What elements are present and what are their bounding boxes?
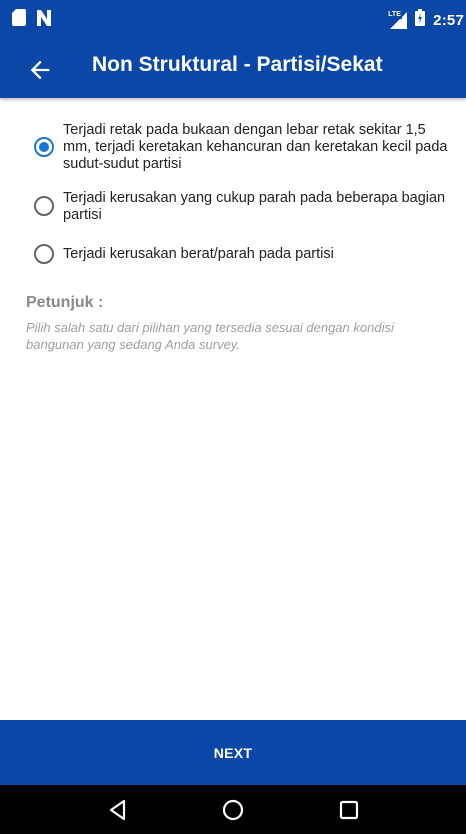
lte-signal-icon: LTE [387, 10, 408, 29]
option-label-3: Terjadi kerusakan berat/parah pada parti… [63, 246, 334, 262]
battery-icon [415, 9, 426, 31]
option-label-2: Terjadi kerusakan yang cukup parah pada … [63, 190, 446, 223]
home-circle-icon [222, 799, 244, 821]
nav-back-button[interactable] [106, 798, 130, 822]
recents-square-icon [339, 800, 359, 820]
option-label-1: Terjadi retak pada bukaan dengan lebar r… [63, 122, 448, 172]
sim-card-icon [12, 9, 26, 31]
app-bar: Non Struktural - Partisi/Sekat [0, 40, 466, 98]
status-bar: LTE 2:57 [0, 0, 466, 40]
option-radio-2[interactable]: Terjadi kerusakan yang cukup parah pada … [30, 190, 450, 226]
lte-label: LTE [387, 10, 402, 19]
back-button[interactable] [26, 56, 54, 84]
status-bar-left [12, 9, 52, 31]
option-radio-1[interactable]: Terjadi retak pada bukaan dengan lebar r… [30, 122, 450, 180]
radio-button[interactable] [34, 244, 54, 264]
page-title: Non Struktural - Partisi/Sekat [92, 53, 383, 76]
nav-recents-button[interactable] [337, 798, 361, 822]
n-notification-icon [36, 9, 52, 31]
next-button[interactable]: NEXT [0, 720, 466, 785]
nav-home-button[interactable] [221, 798, 245, 822]
back-triangle-icon [109, 799, 126, 821]
system-nav-bar [0, 785, 466, 834]
arrow-back-icon [30, 60, 50, 80]
next-button-label: NEXT [213, 744, 253, 761]
status-bar-right: LTE 2:57 [387, 9, 464, 31]
option-radio-3[interactable]: Terjadi kerusakan berat/parah pada parti… [30, 244, 450, 266]
radio-button[interactable] [34, 196, 54, 216]
radio-button-selected[interactable] [34, 137, 54, 157]
hint-title: Petunjuk : [26, 294, 104, 311]
hint-text: Pilih salah satu dari pilihan yang terse… [26, 320, 394, 352]
status-time: 2:57 [433, 11, 464, 29]
